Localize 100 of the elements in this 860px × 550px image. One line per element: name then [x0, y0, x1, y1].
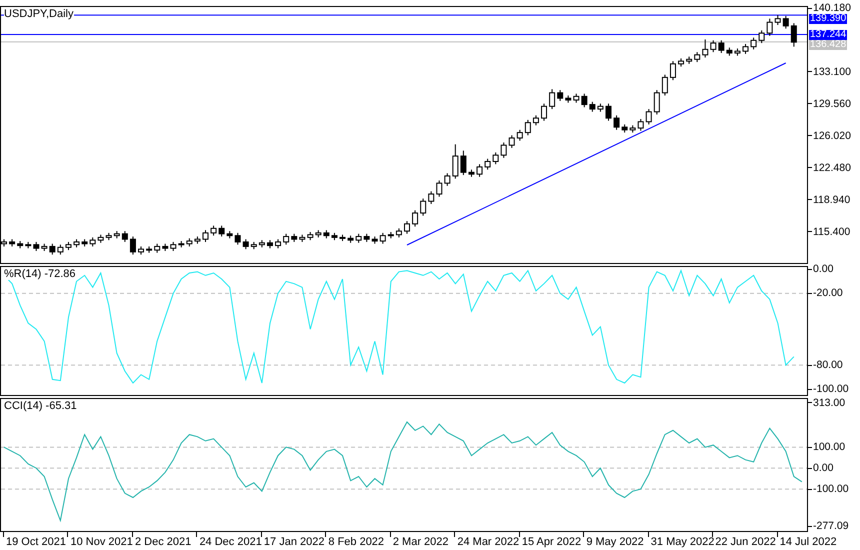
date-label: 15 Apr 2022: [518, 532, 582, 550]
price-label: 137.244: [809, 30, 848, 40]
candlestick: [331, 232, 338, 241]
date-label: 31 May 2022: [648, 532, 714, 550]
candlestick: [565, 95, 572, 104]
axis-label: -277.09: [808, 520, 849, 532]
date-label: 8 Feb 2022: [325, 532, 384, 550]
candlestick: [226, 230, 233, 239]
candlestick: [90, 236, 96, 247]
candlestick: [74, 238, 80, 248]
candlestick: [49, 243, 56, 256]
candlestick: [372, 236, 378, 244]
candlestick: [388, 232, 394, 239]
candlestick: [516, 129, 523, 142]
candlestick: [396, 228, 402, 238]
candlestick: [210, 225, 217, 236]
candlestick: [266, 240, 273, 249]
axis-label: 118.940: [808, 194, 850, 206]
candlestick: [41, 243, 48, 252]
candlestick: [218, 225, 225, 238]
candlestick: [170, 241, 176, 252]
candlestick: [508, 134, 515, 148]
candlestick: [122, 230, 128, 242]
candlestick: [138, 246, 144, 256]
candlestick: [356, 233, 362, 244]
date-label: 24 Dec 2021: [196, 532, 262, 550]
candlestick: [283, 233, 290, 246]
price-label: 139.390: [809, 14, 848, 24]
candlestick: [202, 230, 208, 242]
candlestick: [428, 190, 434, 204]
candlestick: [726, 47, 732, 56]
candlestick: [299, 234, 306, 242]
candlestick: [597, 103, 604, 112]
candlestick: [766, 18, 773, 36]
candlestick: [654, 90, 660, 115]
candlestick: [307, 232, 314, 241]
candlestick: [476, 164, 483, 178]
candlestick: [468, 169, 474, 178]
candlestick: [130, 236, 136, 256]
axis-label: 133.100: [808, 66, 851, 78]
candlestick: [500, 142, 507, 158]
candlestick: [380, 232, 386, 244]
candlestick: [364, 233, 370, 242]
candlestick: [532, 114, 539, 126]
date-label: 24 Mar 2022: [454, 532, 520, 550]
candlestick: [460, 150, 466, 176]
candlestick: [412, 210, 418, 228]
candlestick: [742, 43, 749, 54]
candlestick: [82, 238, 88, 247]
candlestick: [573, 93, 580, 104]
date-label: 10 Nov 2021: [67, 532, 133, 550]
candlestick: [9, 238, 16, 247]
candlestick: [758, 30, 765, 44]
chart-title: %R(14) -72.86: [4, 268, 76, 280]
candlestick: [646, 108, 652, 125]
candlestick: [589, 101, 596, 112]
axis-label: 126.020: [808, 130, 851, 142]
axis-label: -100.00: [808, 483, 849, 496]
axis-label: -80.00: [808, 359, 843, 372]
candlestick: [774, 14, 781, 26]
candlestick: [630, 124, 636, 134]
candlestick: [444, 172, 450, 186]
axis-label: -100.00: [808, 383, 849, 396]
candlestick: [678, 58, 684, 68]
axis-label: 0.00: [808, 462, 834, 474]
candlestick: [275, 238, 282, 249]
candlestick: [17, 240, 24, 249]
candlestick: [250, 241, 257, 250]
candlestick: [686, 56, 692, 64]
date-label: 9 May 2022: [583, 532, 644, 550]
candlestick: [106, 232, 112, 241]
candlestick: [162, 243, 168, 252]
candlestick: [114, 230, 120, 239]
candlestick: [581, 93, 588, 108]
candlestick: [710, 40, 716, 53]
candlestick: [315, 230, 322, 238]
candlestick: [734, 48, 740, 56]
candlestick: [782, 15, 789, 30]
candlestick: [348, 235, 354, 244]
candlestick: [436, 180, 442, 198]
date-label: 17 Jan 2022: [260, 532, 324, 550]
candlestick: [790, 22, 797, 48]
axis-label: -20.00: [808, 287, 843, 300]
candlestick: [622, 124, 628, 134]
date-label: 19 Oct 2021: [3, 532, 66, 550]
candlestick: [524, 119, 531, 136]
chart-title: CCI(14) -65.31: [4, 400, 77, 412]
candlestick: [57, 244, 64, 256]
candlestick: [154, 243, 160, 254]
candlestick: [291, 233, 298, 242]
axis-label: 313.00: [808, 396, 846, 409]
axis-label: 122.480: [808, 162, 851, 174]
axis-label: 100.00: [808, 441, 846, 454]
candlestick: [541, 103, 548, 122]
chart-title: USDJPY,Daily: [4, 8, 74, 20]
candlestick: [404, 220, 410, 234]
candlestick: [258, 240, 265, 248]
candlestick: [186, 238, 192, 247]
candlestick: [242, 238, 249, 250]
candlestick: [452, 144, 458, 180]
